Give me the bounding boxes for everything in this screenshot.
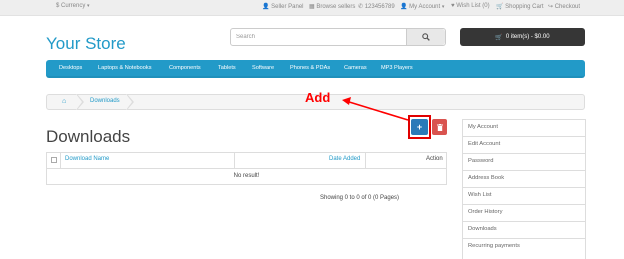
menu-item-tablets[interactable]: Tablets [218,65,236,71]
column-download-name[interactable]: Download Name [65,156,109,162]
trash-icon [436,123,443,131]
delete-button[interactable] [432,119,447,135]
cart-icon: 🛒 [496,4,504,10]
menu-item-cameras[interactable]: Cameras [344,65,367,71]
shopping-cart-label: Shopping Cart [505,4,544,10]
heart-icon: ♥ [451,3,455,9]
column-date-added[interactable]: Date Added [329,156,360,162]
sidebar-item-order-history[interactable]: Order History [463,205,585,222]
phone-label: 123456789 [364,4,395,10]
wish-list-label: Wish List (0) [456,3,490,9]
checkout-link[interactable]: ↪ Checkout [548,3,580,10]
cart-icon: 🛒 [495,34,503,41]
sidebar-item-edit-account[interactable]: Edit Account [463,137,585,154]
breadcrumb-divider-fill [126,94,132,110]
cart-button[interactable]: 🛒 0 item(s) - $0.00 [460,28,585,46]
menu-item-software[interactable]: Software [252,65,274,71]
search-button[interactable] [406,29,445,45]
share-icon: ↪ [548,4,554,10]
my-account-dropdown[interactable]: 👤 My Account ▾ [400,3,444,10]
menu-item-phones-pdas[interactable]: Phones & PDAs [290,65,330,71]
phone-link[interactable]: ✆ 123456789 [358,3,395,10]
pagination-info: Showing 0 to 0 of 0 (0 Pages) [320,195,400,201]
sidebar-item-wish-list[interactable]: Wish List [463,188,585,205]
top-bar: $ Currency ▾ 👤 Seller Panel ▦ Browse sel… [0,0,624,16]
column-divider [365,153,366,168]
menu-item-desktops[interactable]: Desktops [59,65,82,71]
sidebar-item-address-book[interactable]: Address Book [463,171,585,188]
wish-list-link[interactable]: ♥ Wish List (0) [451,3,490,9]
menu-item-components[interactable]: Components [169,65,201,71]
sidebar-item-recurring-payments[interactable]: Recurring payments [463,239,585,256]
store-icon: ▦ [309,4,315,10]
browse-sellers-link[interactable]: ▦ Browse sellers [309,3,355,10]
shopping-cart-link[interactable]: 🛒 Shopping Cart [496,3,544,10]
search-icon [422,33,430,41]
downloads-table: Download Name Date Added Action No resul… [46,152,447,185]
sidebar-item-password[interactable]: Password [463,154,585,171]
annotation-highlight-box [408,115,431,139]
store-logo[interactable]: Your Store [46,34,126,54]
seller-panel-label: Seller Panel [271,4,304,10]
breadcrumb-downloads[interactable]: Downloads [90,98,120,104]
search-input[interactable] [231,29,412,45]
search-box [230,28,446,46]
column-divider [60,153,61,168]
empty-result-message: No result! [233,173,260,179]
table-header: Download Name Date Added Action [47,153,446,169]
breadcrumb-divider-fill [76,94,82,110]
my-account-label: My Account [409,4,441,10]
browse-sellers-label: Browse sellers [316,4,356,10]
cart-label: 0 item(s) - $0.00 [505,34,550,40]
currency-label: $ Currency [56,3,86,9]
menu-item-laptops-notebooks[interactable]: Laptops & Notebooks [98,65,152,71]
column-divider [234,153,235,168]
sidebar-item-downloads[interactable]: Downloads [463,222,585,239]
caret-down-icon: ▾ [87,3,90,9]
user-icon: 👤 [400,4,408,10]
annotation-label: Add [305,90,331,105]
page-title: Downloads [46,127,131,146]
column-action: Action [426,156,443,162]
currency-dropdown[interactable]: $ Currency ▾ [56,3,90,9]
account-sidebar: My Account Edit Account Password Address… [462,119,586,259]
checkout-label: Checkout [554,4,581,10]
sidebar-item-my-account[interactable]: My Account [463,120,585,137]
caret-down-icon: ▾ [441,4,445,10]
category-menu: Desktops Laptops & Notebooks Components … [46,60,585,78]
select-all-checkbox[interactable] [51,157,57,163]
phone-icon: ✆ [358,4,364,10]
home-icon[interactable]: ⌂ [62,98,66,105]
seller-panel-link[interactable]: 👤 Seller Panel [262,3,304,10]
menu-item-mp3-players[interactable]: MP3 Players [381,65,413,71]
user-icon: 👤 [262,4,270,10]
